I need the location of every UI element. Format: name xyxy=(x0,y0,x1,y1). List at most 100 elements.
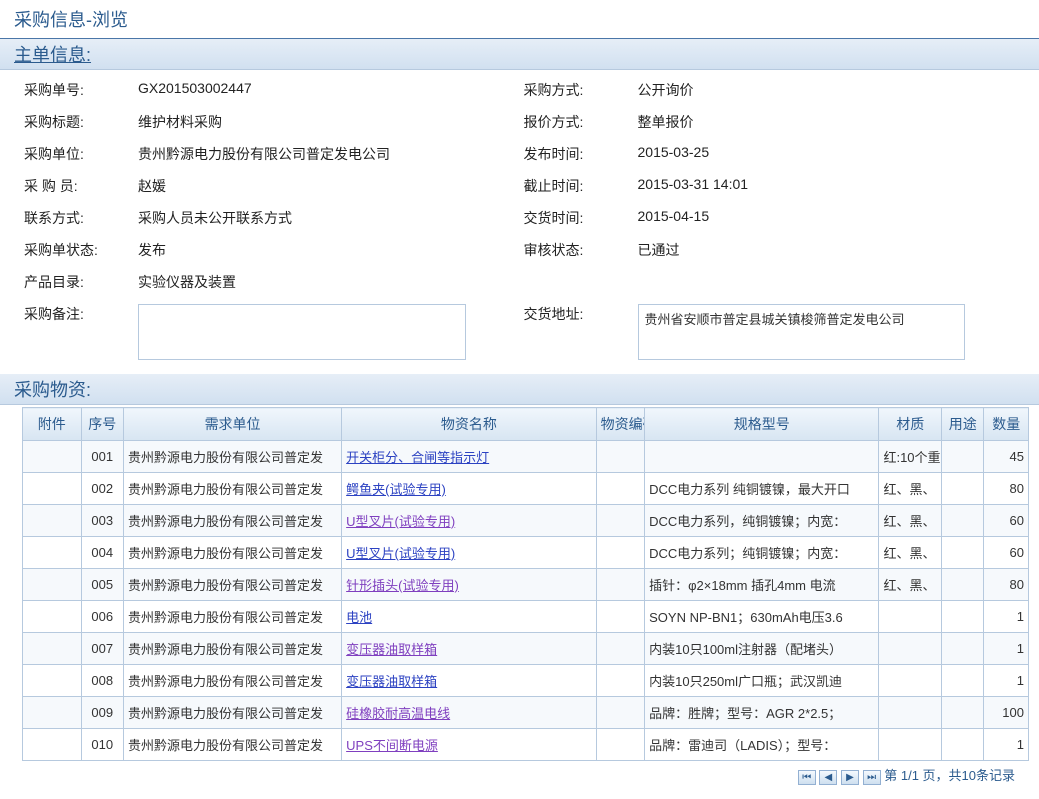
materials-section-header: 采购物资: xyxy=(0,374,1039,405)
material-name-link[interactable]: 硅橡胶耐高温电线 xyxy=(346,706,450,721)
material-name-link[interactable]: 针形插头(试验专用) xyxy=(346,578,459,593)
col-code[interactable]: 物资编码 xyxy=(596,408,644,441)
cell-qty: 60 xyxy=(984,505,1029,537)
col-attach[interactable]: 附件 xyxy=(23,408,82,441)
cell-qty: 1 xyxy=(984,729,1029,761)
cell-name: 变压器油取样箱 xyxy=(342,665,597,697)
cell-spec: DCC电力系列，纯铜镀镍；内宽： xyxy=(645,505,879,537)
cell-name: 鳄鱼夹(试验专用) xyxy=(342,473,597,505)
cell-unit: 贵州黔源电力股份有限公司普定发 xyxy=(123,441,341,473)
cell-use xyxy=(942,601,984,633)
pager-last-button[interactable]: ⏭ xyxy=(863,770,881,785)
material-name-link[interactable]: UPS不间断电源 xyxy=(346,738,438,753)
cell-material xyxy=(879,601,942,633)
cell-seq: 005 xyxy=(81,569,123,601)
pager-prev-button[interactable]: ◀ xyxy=(819,770,837,785)
label-deadline: 截止时间: xyxy=(524,176,634,196)
cell-name: 电池 xyxy=(342,601,597,633)
material-name-link[interactable]: 变压器油取样箱 xyxy=(346,642,437,657)
material-name-link[interactable]: 开关柜分、合闸等指示灯 xyxy=(346,450,489,465)
pager: ⏮ ◀ ▶ ⏭ 第 1/1 页，共10条记录 xyxy=(22,761,1029,795)
label-delivery: 交货时间: xyxy=(524,208,634,228)
cell-code xyxy=(596,441,644,473)
col-name[interactable]: 物资名称 xyxy=(342,408,597,441)
col-spec[interactable]: 规格型号 xyxy=(645,408,879,441)
material-name-link[interactable]: 鳄鱼夹(试验专用) xyxy=(346,482,446,497)
table-header-row: 附件 序号 需求单位 物资名称 物资编码 规格型号 材质 用途 数量 xyxy=(23,408,1029,441)
cell-unit: 贵州黔源电力股份有限公司普定发 xyxy=(123,473,341,505)
value-contact: 采购人员未公开联系方式 xyxy=(134,208,524,228)
cell-use xyxy=(942,473,984,505)
label-contact: 联系方式: xyxy=(24,208,134,228)
table-row: 003贵州黔源电力股份有限公司普定发 U型叉片(试验专用) DCC电力系列，纯铜镀镍… xyxy=(23,505,1029,537)
main-section-header: 主单信息: xyxy=(0,39,1039,70)
cell-code xyxy=(596,537,644,569)
cell-use xyxy=(942,665,984,697)
col-use[interactable]: 用途 xyxy=(942,408,984,441)
col-unit[interactable]: 需求单位 xyxy=(123,408,341,441)
delivery-address-textarea[interactable]: 贵州省安顺市普定县城关镇梭筛普定发电公司 xyxy=(638,304,966,360)
label-status: 采购单状态: xyxy=(24,240,134,260)
material-name-link[interactable]: U型叉片(试验专用) xyxy=(346,514,455,529)
table-row: 004贵州黔源电力股份有限公司普定发U型叉片(试验专用)DCC电力系列；纯铜镀镍… xyxy=(23,537,1029,569)
col-qty[interactable]: 数量 xyxy=(984,408,1029,441)
cell-spec: DCC电力系列 纯铜镀镍，最大开口 xyxy=(645,473,879,505)
cell-attach xyxy=(23,441,82,473)
cell-attach xyxy=(23,569,82,601)
cell-unit: 贵州黔源电力股份有限公司普定发 xyxy=(123,569,341,601)
cell-seq: 008 xyxy=(81,665,123,697)
cell-attach xyxy=(23,601,82,633)
cell-spec: DCC电力系列；纯铜镀镍；内宽： xyxy=(645,537,879,569)
cell-code xyxy=(596,569,644,601)
cell-qty: 1 xyxy=(984,633,1029,665)
cell-code xyxy=(596,729,644,761)
cell-unit: 贵州黔源电力股份有限公司普定发 xyxy=(123,505,341,537)
material-name-link[interactable]: 变压器油取样箱 xyxy=(346,674,437,689)
value-unit: 贵州黔源电力股份有限公司普定发电公司 xyxy=(134,144,524,164)
material-name-link[interactable]: 电池 xyxy=(346,610,372,625)
table-row: 010贵州黔源电力股份有限公司普定发UPS不间断电源品牌：雷迪司（LADIS）；… xyxy=(23,729,1029,761)
cell-spec xyxy=(645,441,879,473)
cell-attach xyxy=(23,665,82,697)
value-status: 发布 xyxy=(134,240,524,260)
label-catalog: 产品目录: xyxy=(24,272,134,292)
cell-unit: 贵州黔源电力股份有限公司普定发 xyxy=(123,697,341,729)
table-row: 006贵州黔源电力股份有限公司普定发电池SOYN NP-BN1；630mAh电压… xyxy=(23,601,1029,633)
main-info-grid: 采购单号: GX201503002447 采购方式: 公开询价 采购标题: 维护… xyxy=(0,70,1039,374)
cell-name: 变压器油取样箱 xyxy=(342,633,597,665)
cell-qty: 80 xyxy=(984,473,1029,505)
cell-seq: 003 xyxy=(81,505,123,537)
material-name-link[interactable]: U型叉片(试验专用) xyxy=(346,546,455,561)
pager-next-button[interactable]: ▶ xyxy=(841,770,859,785)
cell-attach xyxy=(23,633,82,665)
cell-unit: 贵州黔源电力股份有限公司普定发 xyxy=(123,729,341,761)
materials-table: 附件 序号 需求单位 物资名称 物资编码 规格型号 材质 用途 数量 001贵州… xyxy=(22,407,1029,761)
cell-name: U型叉片(试验专用) xyxy=(342,537,597,569)
value-method: 公开询价 xyxy=(634,80,1024,100)
remark-textarea[interactable] xyxy=(138,304,466,360)
cell-use xyxy=(942,505,984,537)
cell-qty: 80 xyxy=(984,569,1029,601)
cell-use xyxy=(942,441,984,473)
cell-attach xyxy=(23,505,82,537)
cell-seq: 004 xyxy=(81,537,123,569)
cell-name: 针形插头(试验专用) xyxy=(342,569,597,601)
table-row: 005贵州黔源电力股份有限公司普定发针形插头(试验专用)插针：φ2×18mm 插… xyxy=(23,569,1029,601)
label-method: 采购方式: xyxy=(524,80,634,100)
cell-material: 红:10个重 xyxy=(879,441,942,473)
cell-material xyxy=(879,729,942,761)
value-title: 维护材料采购 xyxy=(134,112,524,132)
col-seq[interactable]: 序号 xyxy=(81,408,123,441)
table-row: 001贵州黔源电力股份有限公司普定发开关柜分、合闸等指示灯红:10个重45 xyxy=(23,441,1029,473)
cell-attach xyxy=(23,697,82,729)
cell-qty: 100 xyxy=(984,697,1029,729)
cell-seq: 006 xyxy=(81,601,123,633)
col-material[interactable]: 材质 xyxy=(879,408,942,441)
cell-attach xyxy=(23,537,82,569)
cell-use xyxy=(942,537,984,569)
pager-first-button[interactable]: ⏮ xyxy=(798,770,816,785)
cell-qty: 1 xyxy=(984,665,1029,697)
cell-seq: 010 xyxy=(81,729,123,761)
cell-material: 红、黑、 xyxy=(879,473,942,505)
cell-material xyxy=(879,697,942,729)
